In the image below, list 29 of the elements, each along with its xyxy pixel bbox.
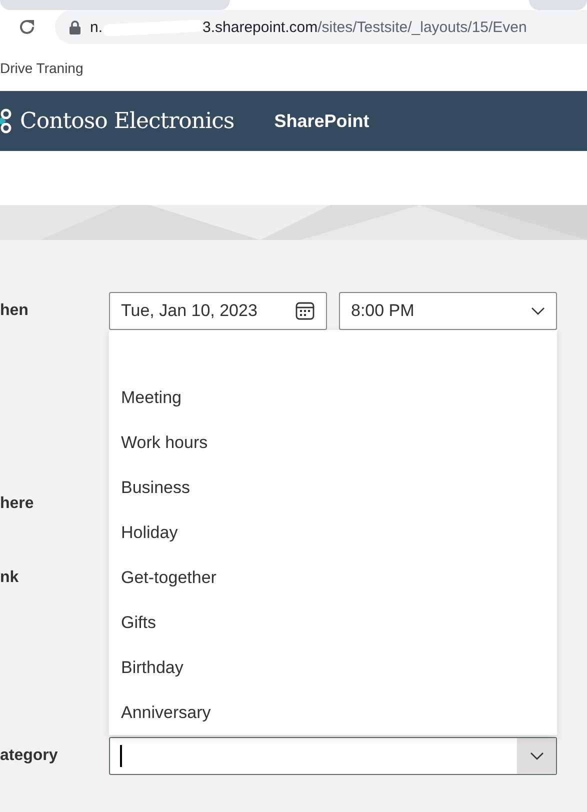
browser-tab[interactable] bbox=[529, 0, 587, 10]
address-bar[interactable]: n. 3.sharepoint.com/sites/Testsite/_layouts/15/Even bbox=[55, 10, 587, 44]
reload-icon[interactable] bbox=[17, 17, 37, 37]
text-cursor bbox=[120, 745, 122, 767]
bookmark-item[interactable]: Drive Traning bbox=[0, 60, 84, 76]
menu-option[interactable]: Business bbox=[109, 465, 557, 510]
menu-option[interactable]: Meeting bbox=[109, 375, 557, 420]
site-title[interactable]: Contoso Electronics bbox=[20, 108, 234, 134]
app-title[interactable]: SharePoint bbox=[274, 110, 370, 132]
menu-option[interactable]: Anniversary bbox=[109, 690, 557, 735]
lock-icon bbox=[69, 20, 81, 34]
time-dropdown[interactable]: 8:00 PM bbox=[339, 292, 557, 330]
menu-option[interactable]: Work hours bbox=[109, 420, 557, 465]
date-picker[interactable]: Tue, Jan 10, 2023 bbox=[109, 292, 327, 330]
browser-tab[interactable] bbox=[0, 0, 230, 10]
field-label: here bbox=[0, 495, 35, 513]
field-label: nk bbox=[0, 569, 20, 587]
menu-option[interactable]: Holiday bbox=[109, 510, 557, 555]
menu-option[interactable]: Gifts bbox=[109, 600, 557, 645]
field-label: hen bbox=[0, 302, 30, 320]
field-label: ategory bbox=[0, 747, 59, 765]
menu-option[interactable]: Get-together bbox=[109, 555, 557, 600]
menu-option[interactable]: Birthday bbox=[109, 645, 557, 690]
category-combobox[interactable] bbox=[109, 737, 557, 775]
chevron-down-icon bbox=[530, 752, 544, 760]
url-text: n. 3.sharepoint.com/sites/Testsite/_layouts/15/Even bbox=[90, 18, 527, 36]
calendar-icon bbox=[295, 301, 315, 321]
chevron-down-icon bbox=[531, 307, 545, 315]
dropdown-button[interactable] bbox=[517, 738, 556, 774]
